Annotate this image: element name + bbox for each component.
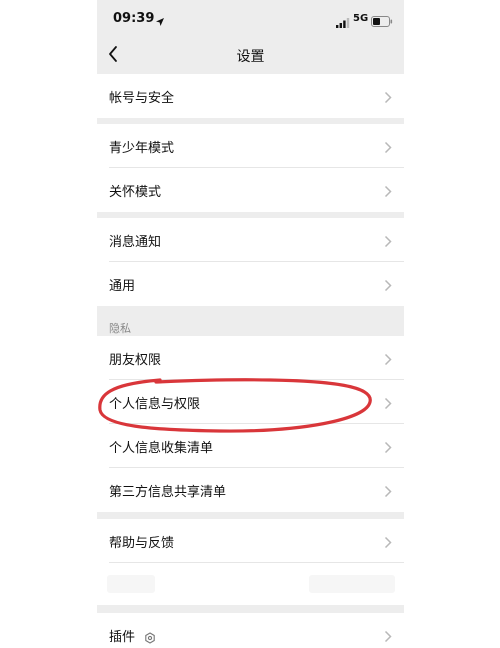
settings-row-general[interactable]: 通用 (97, 262, 404, 306)
row-label: 插件 (109, 630, 136, 645)
settings-row-personal-info-permissions[interactable]: 个人信息与权限 (97, 380, 404, 424)
blurred-row-right (309, 575, 395, 593)
chevron-right-icon (384, 233, 392, 252)
settings-group-account: 帐号与安全 (97, 74, 404, 118)
chevron-right-icon (384, 89, 392, 108)
settings-row-personal-info-collection[interactable]: 个人信息收集清单 (97, 424, 404, 468)
row-label: 青少年模式 (109, 141, 175, 156)
blurred-row-left (107, 575, 155, 593)
chevron-right-icon (384, 139, 392, 158)
settings-group-modes: 青少年模式 关怀模式 (97, 124, 404, 212)
row-label: 帮助与反馈 (109, 536, 175, 551)
network-type: 5G (353, 13, 369, 24)
row-label: 个人信息收集清单 (109, 441, 214, 456)
signal-bars-icon (336, 13, 350, 32)
row-label: 消息通知 (109, 235, 162, 250)
row-label: 朋友权限 (109, 353, 162, 368)
battery-icon (371, 12, 393, 31)
settings-row-care-mode[interactable]: 关怀模式 (97, 168, 404, 212)
settings-row-friend-permissions[interactable]: 朋友权限 (97, 336, 404, 380)
settings-group-plugins: 插件 (97, 613, 404, 648)
settings-row-account-security[interactable]: 帐号与安全 (97, 74, 404, 118)
status-time: 09:39 (113, 11, 155, 26)
page-title: 设置 (236, 49, 265, 65)
nav-bar: 设置 (97, 36, 404, 74)
chevron-right-icon (384, 628, 392, 647)
chevron-right-icon (384, 183, 392, 202)
status-bar: 09:39 5G (97, 0, 404, 36)
chevron-right-icon (384, 277, 392, 296)
row-divider (109, 562, 404, 563)
chevron-right-icon (384, 534, 392, 553)
settings-group-privacy: 朋友权限 个人信息与权限 个人信息收集清单 第三方信息共享清单 (97, 336, 404, 512)
row-label: 第三方信息共享清单 (109, 485, 227, 500)
settings-row-notifications[interactable]: 消息通知 (97, 218, 404, 262)
row-label: 通用 (109, 279, 136, 294)
row-label: 个人信息与权限 (109, 397, 201, 412)
chevron-right-icon (384, 395, 392, 414)
row-label: 帐号与安全 (109, 91, 175, 106)
chevron-right-icon (384, 483, 392, 502)
settings-row-third-party-sharing[interactable]: 第三方信息共享清单 (97, 468, 404, 512)
row-label: 关怀模式 (109, 185, 162, 200)
chevron-right-icon (384, 439, 392, 458)
settings-group-general: 消息通知 通用 (97, 218, 404, 306)
phone-screen: 09:39 5G 设置 帐号与安全 青少年模式 关怀模式 消息通知 通用 隐私 … (97, 0, 404, 648)
chevron-right-icon (384, 351, 392, 370)
settings-row-teen-mode[interactable]: 青少年模式 (97, 124, 404, 168)
section-header-privacy: 隐私 (109, 322, 131, 335)
settings-row-help-feedback[interactable]: 帮助与反馈 (97, 519, 404, 563)
plugin-icon (144, 629, 156, 648)
location-arrow-icon (155, 12, 165, 31)
settings-row-plugins[interactable]: 插件 (97, 613, 404, 648)
